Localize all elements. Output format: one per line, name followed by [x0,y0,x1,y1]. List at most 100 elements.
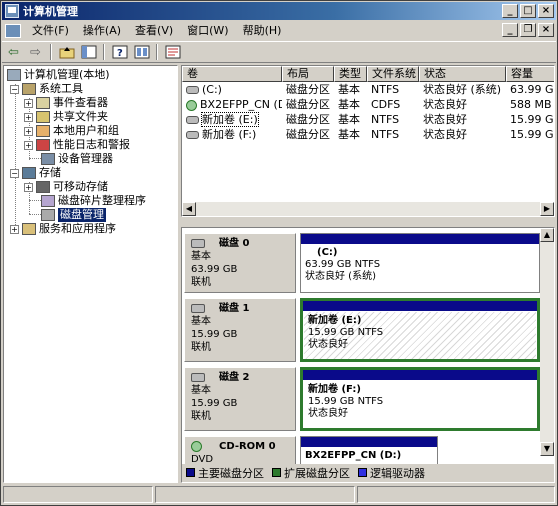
expand-icon[interactable]: + [24,126,33,136]
disk-icon [191,304,205,313]
expand-icon[interactable]: + [24,140,33,150]
up-folder-icon[interactable] [57,43,76,61]
tree-label: 磁盘碎片整理程序 [58,194,146,207]
disk-row-2[interactable]: 磁盘 2 基本 15.99 GB 联机 新加卷 (F:) 15.99 GB NT… [184,367,540,431]
scroll-left-icon[interactable]: ◀ [182,202,196,216]
tree-label: 本地用户和组 [53,124,119,137]
event-viewer-icon [36,97,50,109]
status-bar [3,486,555,504]
disk-info: 磁盘 0 基本 63.99 GB 联机 [184,233,296,293]
disk-management-icon [41,209,55,221]
defrag-icon [41,195,55,207]
tree-item-removable-storage[interactable]: + 可移动存储 [24,180,108,194]
column-header-capacity[interactable]: 容量 [506,66,554,82]
pane-splitter[interactable] [181,219,555,227]
column-header-type[interactable]: 类型 [334,66,367,82]
tree-item-services-apps[interactable]: + 服务和应用程序 [10,222,116,236]
close-button[interactable]: × [538,4,554,18]
removable-storage-icon [36,181,50,193]
child-minimize-button[interactable]: _ [502,23,518,37]
logical-swatch [358,468,367,477]
computer-management-window: 计算机管理 _ □ × 文件(F) 操作(A) 查看(V) 窗口(W) 帮助(H… [0,0,558,506]
back-arrow-icon[interactable]: ⇦ [4,43,23,61]
vertical-scrollbar[interactable]: ▲ ▼ [540,228,554,456]
expand-icon[interactable]: + [24,112,33,122]
disk-row-1[interactable]: 磁盘 1 基本 15.99 GB 联机 新加卷 (E:) 15.99 GB NT… [184,298,540,362]
tree-label: 系统工具 [39,82,83,95]
tree-item-local-users[interactable]: + 本地用户和组 [24,124,119,138]
tree-label: 服务和应用程序 [39,222,116,235]
column-header-volume[interactable]: 卷 [182,66,282,82]
menu-view[interactable]: 查看(V) [128,22,180,40]
partition-e[interactable]: 新加卷 (E:) 15.99 GB NTFS 状态良好 [300,298,540,362]
disk-icon [191,373,205,382]
tree-label: 存储 [39,166,61,179]
legend-item-logical: 逻辑驱动器 [358,465,425,481]
menu-help[interactable]: 帮助(H) [236,22,289,40]
expand-icon[interactable]: + [24,98,33,108]
expand-icon[interactable]: + [24,182,33,192]
disk-row-cdrom[interactable]: CD-ROM 0 DVD BX2EFPP_CN (D:) [184,436,540,466]
scroll-right-icon[interactable]: ▶ [540,202,554,216]
help-icon[interactable]: ? [110,43,129,61]
volume-icon [186,86,199,94]
partition-d[interactable]: BX2EFPP_CN (D:) [300,436,438,466]
tree-label: 可移动存储 [53,180,108,193]
child-close-button[interactable]: × [538,23,554,37]
title-bar[interactable]: 计算机管理 _ □ × [2,2,556,20]
settings-icon[interactable] [163,43,182,61]
scroll-up-icon[interactable]: ▲ [540,228,554,242]
tree-item-system-tools[interactable]: − 系统工具 [10,82,83,96]
tree-label: 计算机管理(本地) [24,68,110,81]
expand-icon[interactable]: + [10,224,19,234]
disk-icon [191,239,205,248]
column-header-filesystem[interactable]: 文件系统 [367,66,419,82]
performance-icon [36,139,50,151]
console-tree: 计算机管理(本地) − 系统工具 + 事件查看器 + 共享文件夹 + 本地用户和… [3,65,178,483]
minimize-button[interactable]: _ [502,4,518,18]
maximize-button[interactable]: □ [520,4,536,18]
table-row[interactable]: 新加卷 (F:) 磁盘分区 基本 NTFS 状态良好 15.99 GB [182,127,554,142]
tree-item-shared-folders[interactable]: + 共享文件夹 [24,110,108,124]
scroll-down-icon[interactable]: ▼ [540,442,554,456]
svg-text:?: ? [117,48,123,59]
status-pane-2 [155,486,355,503]
console-icon[interactable] [5,24,21,38]
menu-window[interactable]: 窗口(W) [180,22,235,40]
menu-action[interactable]: 操作(A) [76,22,128,40]
properties-icon[interactable] [132,43,151,61]
horizontal-scrollbar[interactable]: ◀ ▶ [182,202,554,216]
table-row[interactable]: BX2EFPP_CN (D:) 磁盘分区 基本 CDFS 状态良好 588 MB [182,97,554,112]
services-icon [22,223,36,235]
computer-management-icon [5,4,19,18]
collapse-icon[interactable]: − [10,168,19,178]
storage-icon [22,167,36,179]
partition-f[interactable]: 新加卷 (F:) 15.99 GB NTFS 状态良好 [300,367,540,431]
table-row[interactable]: 新加卷 (E:) 磁盘分区 基本 NTFS 状态良好 15.99 GB [182,112,554,127]
menu-file[interactable]: 文件(F) [25,22,76,40]
users-icon [36,125,50,137]
tree-item-event-viewer[interactable]: + 事件查看器 [24,96,108,110]
tree-item-defragmenter[interactable]: 磁盘碎片整理程序 [41,194,146,208]
forward-arrow-icon[interactable]: ⇨ [26,43,45,61]
cdrom-icon [186,99,197,111]
tree-label: 性能日志和警报 [53,138,130,151]
tree-item-device-manager[interactable]: 设备管理器 [41,152,113,166]
show-hide-tree-icon[interactable] [79,43,98,61]
tree-item-root[interactable]: 计算机管理(本地) [7,68,110,82]
tree-item-storage[interactable]: − 存储 [10,166,61,180]
partition-c[interactable]: (C:) 63.99 GB NTFS 状态良好 (系统) [300,233,540,293]
disk-row-0[interactable]: 磁盘 0 基本 63.99 GB 联机 (C:) 63.99 GB NTFS 状… [184,233,540,293]
column-header-layout[interactable]: 布局 [282,66,334,82]
collapse-icon[interactable]: − [10,84,19,94]
disk-info: 磁盘 1 基本 15.99 GB 联机 [184,298,296,362]
disk-info: CD-ROM 0 DVD [184,436,296,466]
tree-item-disk-management[interactable]: 磁盘管理 [41,208,106,222]
tree-label: 事件查看器 [53,96,108,109]
tree-item-performance-logs[interactable]: + 性能日志和警报 [24,138,130,152]
column-header-status[interactable]: 状态 [419,66,506,82]
table-row[interactable]: (C:) 磁盘分区 基本 NTFS 状态良好 (系统) 63.99 GB [182,82,554,97]
tree-label: 磁盘管理 [58,208,106,222]
list-header: 卷 布局 类型 文件系统 状态 容量 [182,66,554,82]
child-restore-button[interactable]: ❐ [520,23,536,37]
